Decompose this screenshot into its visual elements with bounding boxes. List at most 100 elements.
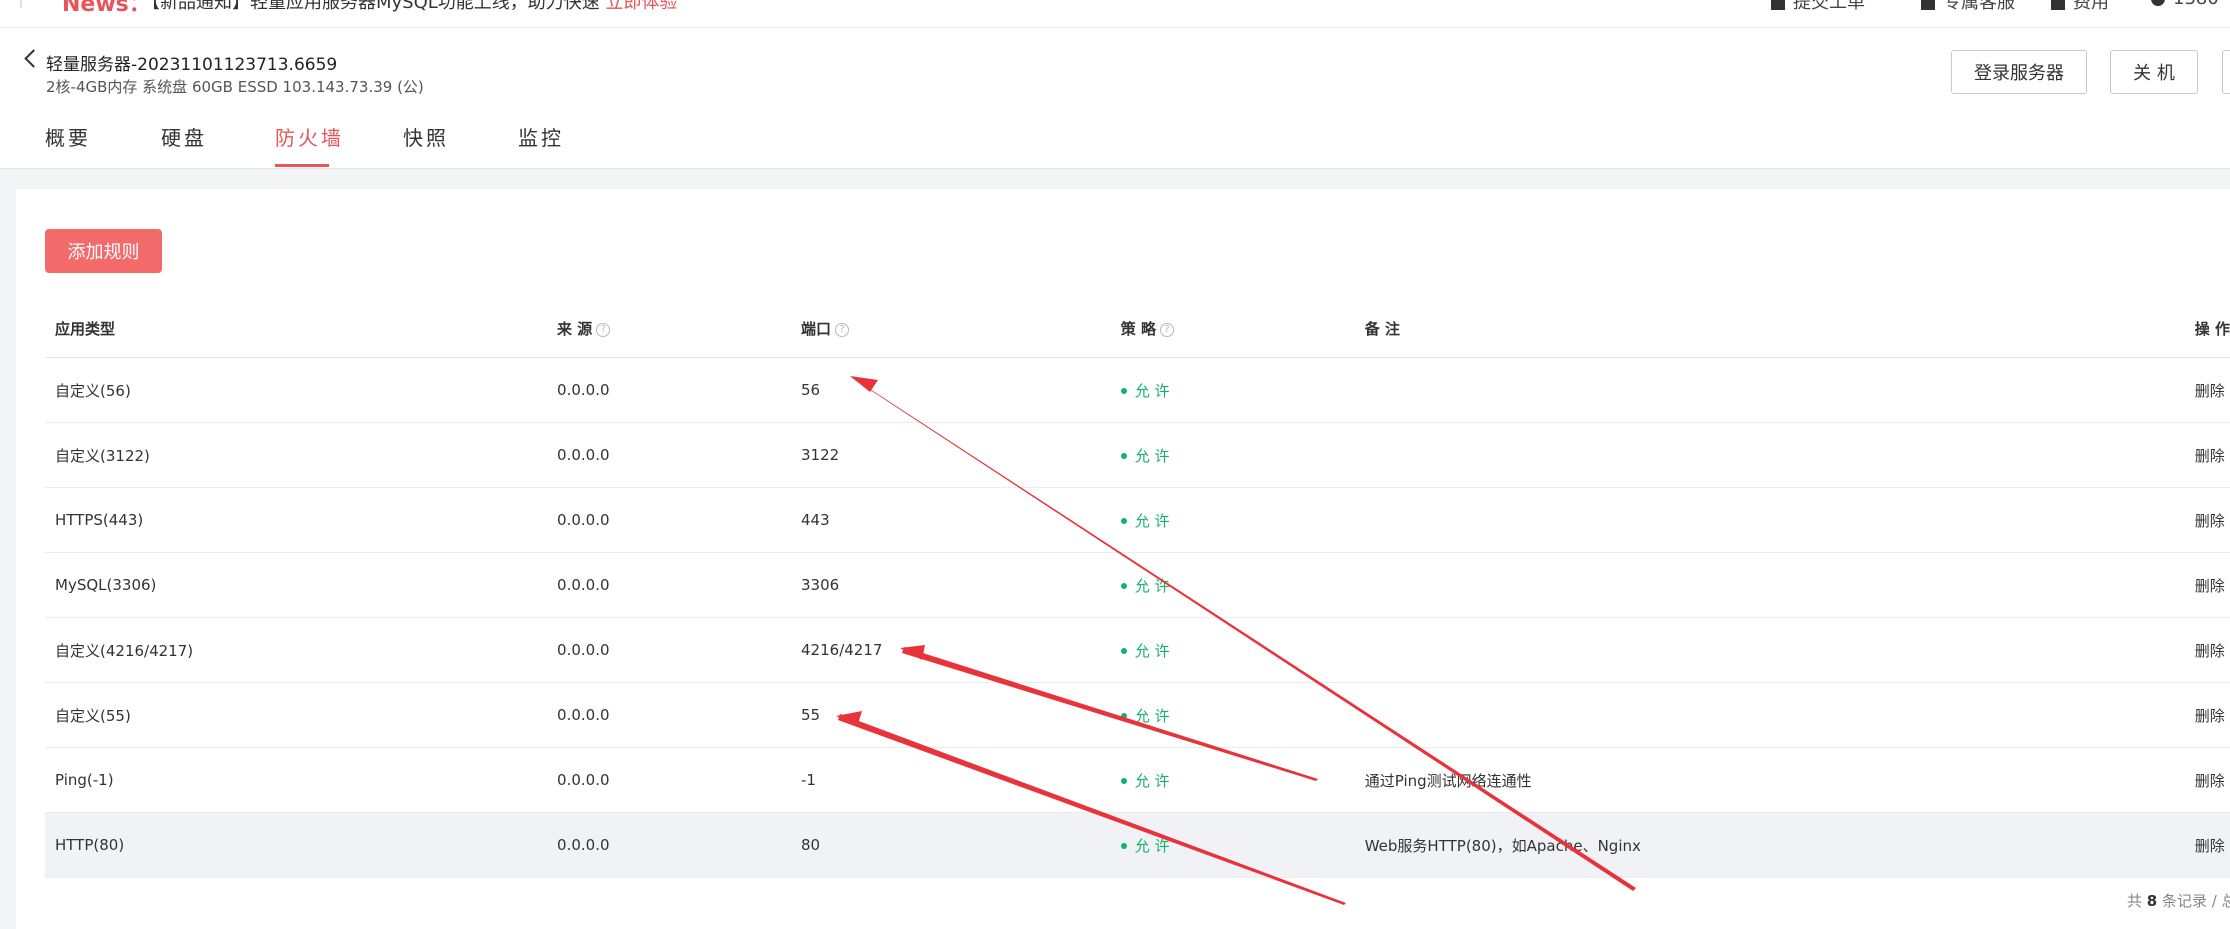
column-note-label: 备 注: [1364, 320, 1400, 338]
column-app-type-label: 应用类型: [55, 320, 116, 338]
rule-delete-link-cell[interactable]: 删除: [2184, 682, 2230, 748]
rule-delete-link[interactable]: 删除: [2195, 382, 2225, 400]
rule-type: Ping(-1): [55, 771, 114, 789]
rule-type: 自定义(3122): [55, 446, 150, 465]
rule-note-cell: [1354, 617, 2185, 683]
allow-status-dot: [1120, 518, 1127, 524]
column-actions-label: 操 作: [2194, 320, 2230, 338]
rule-policy-cell: 允 许: [1110, 747, 1355, 813]
rule-type-cell: HTTP(80): [45, 812, 548, 878]
rule-delete-link[interactable]: 删除: [2195, 447, 2225, 465]
user-account-label: 1380: [2173, 0, 2219, 9]
add-rule-button[interactable]: 添加规则: [45, 229, 162, 273]
submit-ticket-label: 提交工单: [1793, 0, 1865, 13]
rule-policy: 允 许: [1134, 511, 1170, 530]
rule-source: 0.0.0.0: [557, 641, 610, 659]
rule-type: 自定义(4216/4217): [55, 641, 194, 660]
rule-delete-link[interactable]: 删除: [2195, 837, 2225, 855]
rule-source-cell: 0.0.0.0: [547, 682, 792, 748]
rule-delete-link-cell[interactable]: 删除: [2184, 812, 2230, 878]
rule-port: 3306: [801, 576, 840, 594]
rule-type-cell: 自定义(3122): [45, 422, 548, 488]
back-arrow-icon[interactable]: [24, 49, 43, 68]
source-help-icon[interactable]: ?: [596, 322, 611, 337]
news-label: News：: [62, 0, 151, 17]
rule-type-cell: 自定义(4216/4217): [45, 617, 548, 683]
rule-delete-link-cell[interactable]: 删除: [2184, 357, 2230, 423]
rule-policy-cell: 允 许: [1110, 552, 1355, 618]
rule-delete-link-cell[interactable]: 删除: [2184, 747, 2230, 813]
rule-source: 0.0.0.0: [557, 576, 610, 594]
rule-source: 0.0.0.0: [557, 771, 610, 789]
rule-port-cell: 3306: [791, 552, 1111, 618]
rule-type: 自定义(56): [55, 381, 131, 400]
rule-policy-cell: 允 许: [1110, 357, 1355, 423]
port-help-icon[interactable]: ?: [835, 322, 850, 337]
server-name: 轻量服务器-20231101123713.6659: [46, 55, 338, 75]
rule-port: 56: [801, 381, 821, 399]
rule-source-cell: 0.0.0.0: [547, 812, 792, 878]
rule-type: HTTP(80): [55, 836, 125, 854]
billing-icon: [2051, 0, 2065, 10]
table-row: MySQL(3306) 0.0.0.0 3306 允 许 删除: [45, 552, 2230, 618]
rule-port-cell: 80: [791, 812, 1111, 878]
user-account-link[interactable]: 1380: [2151, 0, 2219, 9]
allow-status-dot: [1120, 713, 1127, 719]
rule-delete-link-cell[interactable]: 删除: [2184, 422, 2230, 488]
rule-delete-link[interactable]: 删除: [2195, 512, 2225, 530]
server-spec: 2核-4GB内存 系统盘 60GB ESSD 103.143.73.39 (公): [46, 78, 424, 96]
more-button[interactable]: [2222, 50, 2230, 94]
rule-delete-link[interactable]: 删除: [2195, 772, 2225, 790]
table-row: HTTP(80) 0.0.0.0 80 允 许 Web服务HTTP(80)，如Apach…: [45, 812, 2230, 878]
policy-help-icon[interactable]: ?: [1159, 322, 1174, 337]
allow-status-dot: [1120, 778, 1127, 784]
rule-port: 3122: [801, 446, 840, 464]
rule-delete-link-cell[interactable]: 删除: [2184, 552, 2230, 618]
rule-port: 80: [801, 836, 821, 854]
news-headline: 【新品通知】轻量应用服务器MySQL功能上线，助力快速: [142, 0, 600, 13]
rule-port-cell: 443: [791, 487, 1111, 553]
table-row: HTTPS(443) 0.0.0.0 443 允 许 删除: [45, 487, 2230, 553]
submit-ticket-link[interactable]: 提交工单: [1771, 0, 1865, 14]
rule-source: 0.0.0.0: [557, 511, 610, 529]
tab-disk[interactable]: 硬盘: [161, 122, 207, 151]
rule-policy: 允 许: [1134, 706, 1170, 725]
login-server-button[interactable]: 登录服务器: [1951, 50, 2087, 94]
rule-note-cell: [1354, 487, 2185, 553]
tab-firewall[interactable]: 防火墙: [275, 122, 344, 151]
rule-source-cell: 0.0.0.0: [547, 422, 792, 488]
flag-icon: [1771, 0, 1785, 10]
table-body: 自定义(56) 0.0.0.0 56 允 许删除 自定义(3122) 0.0.0.0 312…: [45, 357, 2230, 878]
news-link[interactable]: 立即体验: [606, 0, 678, 13]
tab-overview[interactable]: 概要: [45, 122, 91, 151]
record-count-prefix: 共: [2127, 892, 2143, 910]
tab-snapshot[interactable]: 快照: [403, 122, 449, 151]
record-count: 共 8 条记录 / 总: [2127, 890, 2230, 911]
rule-note: Web服务HTTP(80)，如Apache、Nginx: [1364, 836, 1641, 855]
shutdown-button[interactable]: 关 机: [2110, 50, 2198, 94]
allow-status-dot: [1120, 453, 1127, 459]
rule-delete-link-cell[interactable]: 删除: [2184, 617, 2230, 683]
rule-delete-link[interactable]: 删除: [2195, 707, 2225, 725]
table-row: Ping(-1) 0.0.0.0 -1 允 许 通过Ping测试网络连通性 删除: [45, 747, 2230, 813]
customer-service-link[interactable]: 专属客服: [1921, 0, 2015, 14]
rule-note: 通过Ping测试网络连通性: [1364, 771, 1532, 790]
rule-delete-link[interactable]: 删除: [2195, 577, 2225, 595]
billing-link[interactable]: 费用: [2051, 0, 2109, 14]
rule-delete-link-cell[interactable]: 删除: [2184, 487, 2230, 553]
rule-delete-link[interactable]: 删除: [2195, 642, 2225, 660]
rule-type: MySQL(3306): [55, 576, 157, 594]
news-text[interactable]: 【新品通知】轻量应用服务器MySQL功能上线，助力快速 立即体验: [142, 0, 678, 14]
rule-source: 0.0.0.0: [557, 706, 610, 724]
active-tab-indicator: [275, 164, 329, 167]
billing-label: 费用: [2073, 0, 2109, 13]
rule-note-cell: [1354, 552, 2185, 618]
table-header-row: 应用类型 来 源? 端口? 策 略? 备 注 操 作: [45, 300, 2230, 358]
column-note: 备 注: [1354, 300, 2185, 358]
table-row: 自定义(56) 0.0.0.0 56 允 许 删除: [45, 357, 2230, 423]
rule-policy-cell: 允 许: [1110, 812, 1355, 878]
table-row: 自定义(3122) 0.0.0.0 3122 允 许 删除: [45, 422, 2230, 488]
rule-source: 0.0.0.0: [557, 381, 610, 399]
record-count-number: 8: [2146, 892, 2158, 910]
tab-monitor[interactable]: 监控: [518, 122, 564, 151]
